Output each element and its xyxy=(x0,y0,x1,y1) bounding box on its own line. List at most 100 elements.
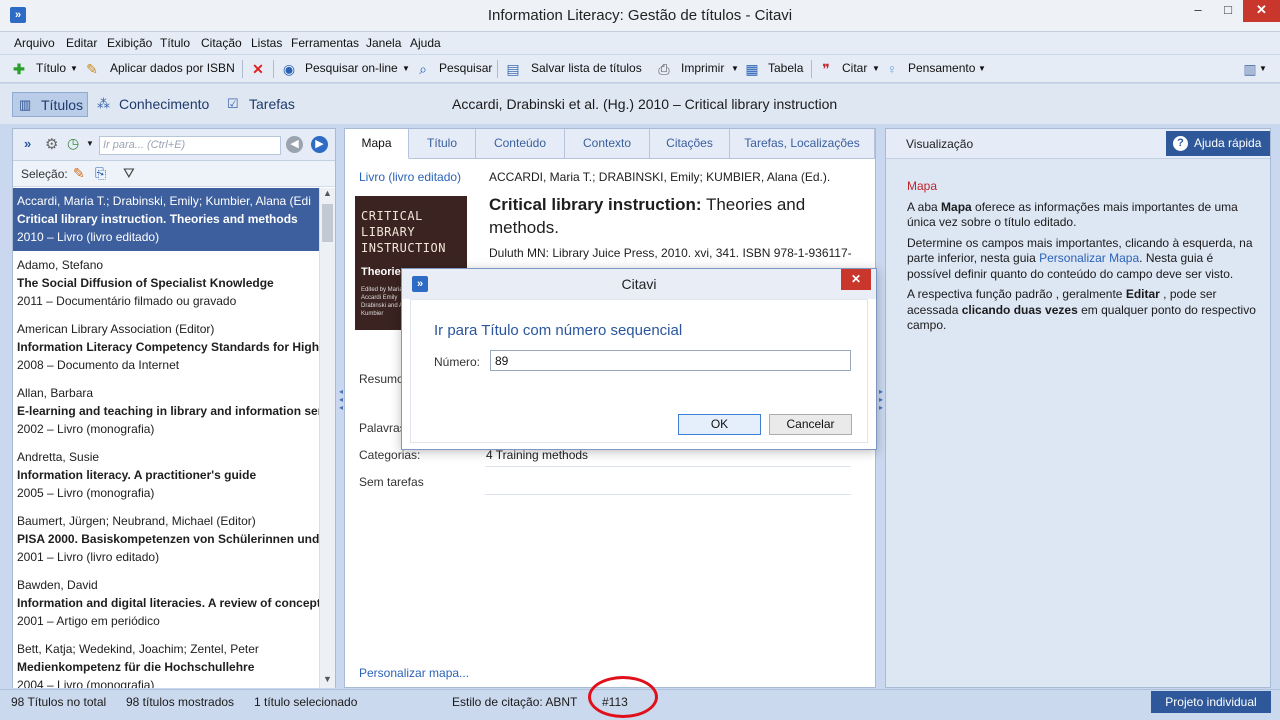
print-dropdown-icon[interactable]: ▼ xyxy=(731,64,739,73)
collapse-icon[interactable]: » xyxy=(24,136,31,151)
print-button[interactable]: Imprimir xyxy=(681,61,724,75)
dialog-close-button[interactable]: ✕ xyxy=(841,269,871,290)
item-authors: Andretta, Susie xyxy=(17,450,100,464)
back-arrow-icon[interactable]: ◀ xyxy=(286,136,303,153)
number-label: Número: xyxy=(434,355,481,369)
quick-help-button[interactable]: ? Ajuda rápida xyxy=(1166,131,1270,156)
list-item[interactable]: American Library Association (Editor) In… xyxy=(13,316,319,380)
selection-copy-icon[interactable]: ⎘ xyxy=(95,165,106,182)
list-item[interactable]: Bett, Katja; Wedekind, Joachim; Zentel, … xyxy=(13,636,319,688)
selection-bar: Seleção: ✎ ⎘ ⛛ xyxy=(13,161,335,187)
cover-subtitle: Theories xyxy=(361,266,407,278)
menu-ajuda[interactable]: Ajuda xyxy=(410,36,441,50)
menu-exibicao[interactable]: Exibição xyxy=(107,36,152,50)
delete-icon[interactable]: ✕ xyxy=(250,61,266,77)
isbn-button[interactable]: Aplicar dados por ISBN xyxy=(110,61,235,75)
add-title-button[interactable]: Título xyxy=(36,61,66,75)
tab-tarefas[interactable]: Tarefas, Localizações xyxy=(730,129,875,159)
project-type-button[interactable]: Projeto individual xyxy=(1151,691,1271,713)
item-authors: Bett, Katja; Wedekind, Joachim; Zentel, … xyxy=(17,642,259,656)
number-input[interactable]: 89 xyxy=(490,350,851,371)
menu-editar[interactable]: Editar xyxy=(66,36,97,50)
add-icon: ✚ xyxy=(13,61,25,77)
nav-knowledge-button[interactable]: ⁂ Conhecimento xyxy=(91,92,216,117)
item-meta: 2002 – Livro (monografia) xyxy=(17,422,155,436)
status-citation-style[interactable]: Estilo de citação: ABNT xyxy=(452,695,577,709)
menu-citacao[interactable]: Citação xyxy=(201,36,242,50)
table-button[interactable]: Tabela xyxy=(768,61,803,75)
cite-dropdown-icon[interactable]: ▼ xyxy=(872,64,880,73)
categories-value[interactable]: 4 Training methods xyxy=(486,448,588,462)
quick-help-label: Ajuda rápida xyxy=(1194,136,1262,150)
goto-search-input[interactable]: Ir para... (Ctrl+E) xyxy=(99,136,281,155)
thought-dropdown-icon[interactable]: ▼ xyxy=(978,64,986,73)
reference-publisher[interactable]: Duluth MN: Library Juice Press, 2010. xv… xyxy=(489,246,857,260)
quick-help-panel: Visualização ? Ajuda rápida Mapa A aba M… xyxy=(885,128,1271,688)
item-meta: 2005 – Livro (monografia) xyxy=(17,486,155,500)
tab-mapa[interactable]: Mapa xyxy=(345,129,409,159)
scroll-up-icon[interactable]: ▲ xyxy=(320,188,335,202)
right-splitter-handle[interactable]: ▸ ▸ ▸ xyxy=(878,388,884,428)
nav-titles-label: Títulos xyxy=(41,97,84,113)
list-item[interactable]: Allan, Barbara E-learning and teaching i… xyxy=(13,380,319,444)
nav-tasks-button[interactable]: ☑ Tarefas xyxy=(221,92,301,117)
maximize-button[interactable]: □ xyxy=(1213,0,1243,22)
menu-arquivo[interactable]: Arquivo xyxy=(14,36,55,50)
status-total: 98 Títulos no total xyxy=(11,695,107,709)
tab-citacoes[interactable]: Citações xyxy=(650,129,730,159)
history-icon[interactable]: ◷ xyxy=(67,135,79,152)
knowledge-icon: ⁂ xyxy=(97,96,110,111)
thought-button[interactable]: Pensamento xyxy=(908,61,975,75)
layout-icon[interactable]: ▥ xyxy=(1242,61,1258,77)
filter-icon[interactable]: ⛛ xyxy=(123,165,135,182)
tab-contexto[interactable]: Contexto xyxy=(565,129,650,159)
list-item[interactable]: Baumert, Jürgen; Neubrand, Michael (Edit… xyxy=(13,508,319,572)
nav-titles-button[interactable]: ▥ Títulos xyxy=(12,92,88,117)
selection-tag-icon[interactable]: ✎ xyxy=(73,165,85,182)
save-list-icon: ▤ xyxy=(506,61,520,77)
list-item[interactable]: Accardi, Maria T.; Drabinski, Emily; Kum… xyxy=(13,188,319,252)
list-scrollbar[interactable]: ▲ ▼ xyxy=(319,188,335,688)
window-title: Information Literacy: Gestão de títulos … xyxy=(487,7,793,24)
minimize-button[interactable]: – xyxy=(1183,0,1213,22)
tab-conteudo[interactable]: Conteúdo xyxy=(476,129,565,159)
help-content: Mapa A aba Mapa oferece as informações m… xyxy=(907,179,1257,339)
current-reference-title: Accardi, Drabinski et al. (Hg.) 2010 – C… xyxy=(452,96,838,112)
customize-map-link[interactable]: Personalizar mapa... xyxy=(359,666,469,680)
item-authors: Accardi, Maria T.; Drabinski, Emily; Kum… xyxy=(17,194,311,208)
close-window-button[interactable]: ✕ xyxy=(1243,0,1280,22)
ok-button[interactable]: OK xyxy=(678,414,761,435)
list-item[interactable]: Adamo, Stefano The Social Diffusion of S… xyxy=(13,252,319,316)
menu-listas[interactable]: Listas xyxy=(251,36,282,50)
cite-button[interactable]: Citar xyxy=(842,61,867,75)
editor-tabs: Mapa Título Conteúdo Contexto Citações T… xyxy=(345,129,875,159)
menu-janela[interactable]: Janela xyxy=(366,36,401,50)
gear-icon[interactable]: ⚙ xyxy=(45,135,58,153)
online-search-dropdown-icon[interactable]: ▼ xyxy=(402,64,410,73)
forward-arrow-icon[interactable]: ▶ xyxy=(311,136,328,153)
list-item[interactable]: Bawden, David Information and digital li… xyxy=(13,572,319,636)
list-item[interactable]: Andretta, Susie Information literacy. A … xyxy=(13,444,319,508)
item-title: Information literacy. A practitioner's g… xyxy=(17,468,257,482)
preview-label[interactable]: Visualização xyxy=(906,137,973,151)
scroll-down-icon[interactable]: ▼ xyxy=(320,674,335,688)
layout-dropdown-icon[interactable]: ▼ xyxy=(1259,64,1267,73)
online-search-button[interactable]: Pesquisar on-line xyxy=(305,61,398,75)
help-section-title: Mapa xyxy=(907,179,938,193)
reference-authors[interactable]: ACCARDI, Maria T.; DRABINSKI, Emily; KUM… xyxy=(489,170,830,184)
reference-type-link[interactable]: Livro (livro editado) xyxy=(359,170,461,184)
reference-title[interactable]: Critical library instruction: Theories a… xyxy=(489,193,839,239)
cancel-button[interactable]: Cancelar xyxy=(769,414,852,435)
scroll-thumb[interactable] xyxy=(322,204,333,242)
save-list-button[interactable]: Salvar lista de títulos xyxy=(531,61,642,75)
lightbulb-icon: ♀ xyxy=(886,61,898,77)
menu-ferramentas[interactable]: Ferramentas xyxy=(291,36,359,50)
search-button[interactable]: Pesquisar xyxy=(439,61,492,75)
tab-titulo[interactable]: Título xyxy=(409,129,476,159)
history-dropdown-icon[interactable]: ▼ xyxy=(86,139,94,148)
customize-map-help-link[interactable]: Personalizar Mapa xyxy=(1039,251,1139,265)
add-title-dropdown-icon[interactable]: ▼ xyxy=(70,64,78,73)
status-selected: 1 título selecionado xyxy=(254,695,358,709)
status-shown: 98 títulos mostrados xyxy=(126,695,235,709)
menu-titulo[interactable]: Título xyxy=(160,36,190,50)
